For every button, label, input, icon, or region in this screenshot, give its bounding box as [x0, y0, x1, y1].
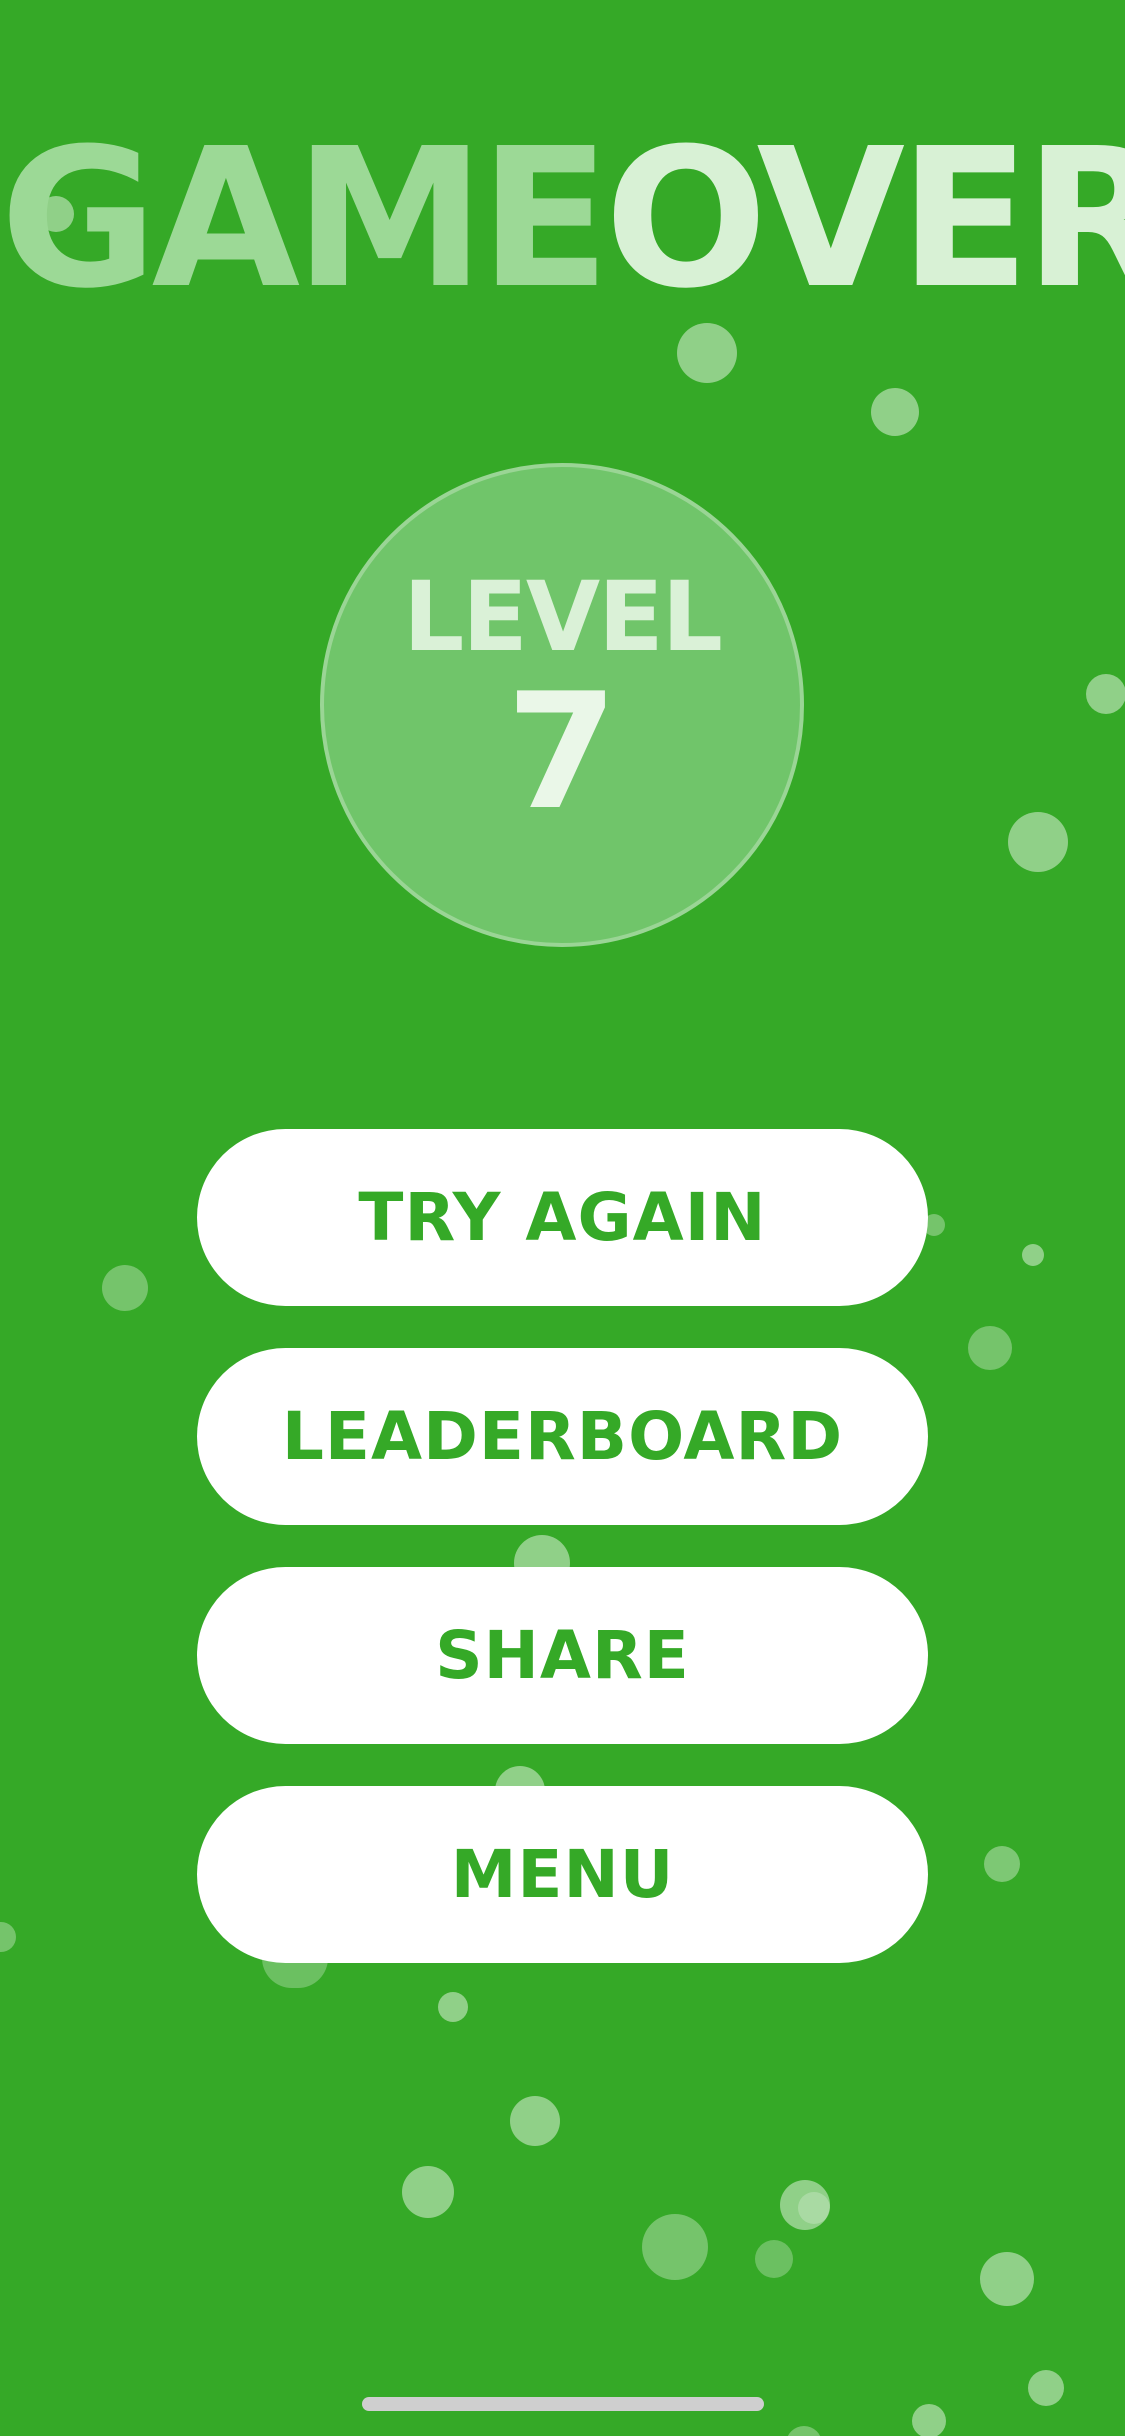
title-word-game: GAME [0, 108, 610, 331]
title-word-over: OVER [604, 108, 1125, 331]
background-bubble [912, 2404, 946, 2436]
background-bubble [438, 1992, 468, 2022]
background-bubble [871, 388, 919, 436]
background-bubble [677, 323, 737, 383]
try-again-label: TRY AGAIN [358, 1179, 767, 1256]
background-bubble [1022, 1244, 1044, 1266]
background-bubble [102, 1265, 148, 1311]
leaderboard-button[interactable]: LEADERBOARD [197, 1348, 928, 1525]
background-bubble [510, 2096, 560, 2146]
background-bubble [642, 2214, 708, 2280]
level-number: 7 [506, 658, 618, 845]
background-bubble [0, 1922, 16, 1952]
background-bubble [786, 2426, 822, 2436]
background-bubble [1008, 812, 1068, 872]
try-again-button[interactable]: TRY AGAIN [197, 1129, 928, 1306]
game-over-title: GAMEOVER [0, 124, 1125, 316]
background-bubble [1086, 674, 1125, 714]
background-bubble [798, 2192, 830, 2224]
background-bubble [1028, 2370, 1064, 2406]
share-label: SHARE [435, 1617, 690, 1694]
background-bubble [968, 1326, 1012, 1370]
level-label: LEVEL [403, 561, 723, 673]
share-button[interactable]: SHARE [197, 1567, 928, 1744]
level-badge: LEVEL 7 [320, 463, 804, 947]
home-indicator[interactable] [362, 2397, 764, 2411]
menu-label: MENU [450, 1836, 675, 1913]
background-bubble [984, 1846, 1020, 1882]
leaderboard-label: LEADERBOARD [281, 1398, 844, 1475]
background-bubble [755, 2240, 793, 2278]
background-bubble [402, 2166, 454, 2218]
game-over-screen: GAMEOVER LEVEL 7 TRY AGAIN LEADERBOARD S… [0, 0, 1125, 2436]
menu-button[interactable]: MENU [197, 1786, 928, 1963]
background-bubble [980, 2252, 1034, 2306]
